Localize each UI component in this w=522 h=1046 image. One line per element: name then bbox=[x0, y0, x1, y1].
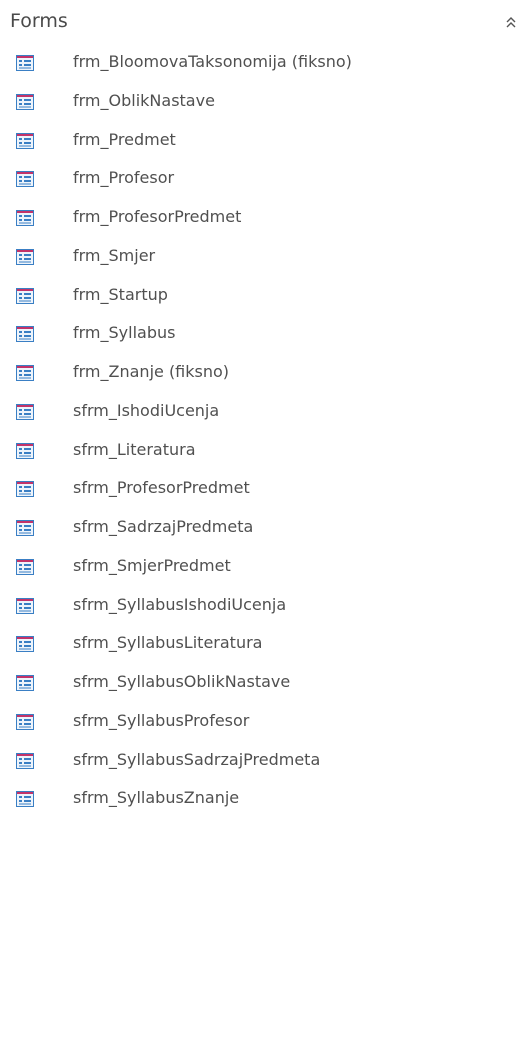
form-list-item-label: frm_ProfesorPredmet bbox=[73, 207, 242, 226]
form-list-item[interactable]: sfrm_SyllabusLiteratura bbox=[0, 632, 522, 672]
form-list-item[interactable]: frm_Predmet bbox=[0, 129, 522, 169]
form-icon bbox=[16, 326, 34, 343]
form-list-item-label: frm_Syllabus bbox=[73, 323, 176, 343]
form-list-item-label: frm_Predmet bbox=[73, 129, 176, 149]
form-icon bbox=[16, 248, 34, 265]
form-list-item[interactable]: sfrm_Literatura bbox=[0, 439, 522, 479]
form-icon bbox=[16, 520, 34, 536]
form-list-item[interactable]: sfrm_ProfesorPredmet bbox=[0, 477, 522, 517]
form-icon bbox=[16, 403, 34, 420]
form-list-item[interactable]: frm_Profesor bbox=[0, 167, 522, 207]
form-list-item[interactable]: sfrm_SyllabusZnanje bbox=[0, 787, 522, 827]
form-list-item-label: frm_Startup bbox=[73, 284, 168, 304]
form-icon bbox=[16, 365, 34, 381]
form-icon bbox=[16, 442, 34, 459]
form-list-item[interactable]: sfrm_SyllabusSadrzajPredmeta bbox=[0, 749, 522, 789]
form-list-item[interactable]: sfrm_SmjerPredmet bbox=[0, 555, 522, 595]
form-list-item[interactable]: frm_Smjer bbox=[0, 245, 522, 285]
form-icon bbox=[16, 481, 34, 498]
form-list-item-label: sfrm_SyllabusSadrzajPredmeta bbox=[73, 749, 321, 769]
form-list-item-label: sfrm_SadrzajPredmeta bbox=[73, 517, 254, 536]
form-icon bbox=[16, 675, 34, 691]
form-list-item-label: sfrm_SyllabusProfesor bbox=[73, 710, 250, 730]
form-list-item[interactable]: frm_ProfesorPredmet bbox=[0, 206, 522, 246]
double-chevron-up-icon[interactable] bbox=[502, 14, 520, 32]
form-list-item[interactable]: frm_Znanje (fiksno) bbox=[0, 361, 522, 401]
form-list-item[interactable]: sfrm_SyllabusIshodiUcenja bbox=[0, 594, 522, 634]
form-list-item[interactable]: sfrm_SadrzajPredmeta bbox=[0, 516, 522, 556]
form-list-item[interactable]: sfrm_SyllabusProfesor bbox=[0, 710, 522, 750]
form-icon bbox=[16, 636, 34, 653]
form-icon bbox=[16, 713, 34, 730]
form-icon bbox=[16, 558, 34, 575]
form-icon bbox=[16, 55, 34, 71]
form-list-item-label: frm_Smjer bbox=[73, 245, 156, 265]
form-icon bbox=[16, 171, 34, 188]
form-list-item-label: sfrm_IshodiUcenja bbox=[73, 400, 220, 420]
form-icon bbox=[16, 287, 34, 304]
navigation-pane: Forms frm_BloomovaTaksonomija (fiksno) fr… bbox=[0, 0, 522, 1046]
form-list-item-label: sfrm_SyllabusIshodiUcenja bbox=[73, 594, 287, 614]
form-list-item-label: sfrm_SyllabusOblikNastave bbox=[73, 672, 291, 691]
forms-group-header[interactable]: Forms bbox=[10, 6, 520, 38]
form-list-item[interactable]: frm_OblikNastave bbox=[0, 90, 522, 130]
form-list-item-label: frm_OblikNastave bbox=[73, 90, 215, 110]
form-list-item[interactable]: frm_Startup bbox=[0, 284, 522, 324]
form-list-item-label: sfrm_SmjerPredmet bbox=[73, 555, 231, 575]
form-list-item-label: sfrm_SyllabusLiteratura bbox=[73, 633, 263, 653]
form-list-item[interactable]: frm_BloomovaTaksonomija (fiksno) bbox=[0, 51, 522, 91]
form-list-item[interactable]: sfrm_SyllabusOblikNastave bbox=[0, 671, 522, 711]
form-list-item-label: sfrm_SyllabusZnanje bbox=[73, 788, 240, 808]
form-list-item-label: sfrm_ProfesorPredmet bbox=[73, 478, 250, 498]
form-icon bbox=[16, 93, 34, 110]
form-icon bbox=[16, 210, 34, 226]
form-icon bbox=[16, 597, 34, 614]
form-list-item-label: sfrm_Literatura bbox=[73, 439, 196, 459]
form-icon bbox=[16, 752, 34, 769]
form-list-item-label: frm_BloomovaTaksonomija (fiksno) bbox=[73, 52, 352, 71]
form-icon bbox=[16, 791, 34, 808]
form-icon bbox=[16, 132, 34, 149]
forms-group-title: Forms bbox=[10, 10, 68, 32]
form-list-item[interactable]: sfrm_IshodiUcenja bbox=[0, 400, 522, 440]
form-list-item[interactable]: frm_Syllabus bbox=[0, 322, 522, 362]
form-list-item-label: frm_Profesor bbox=[73, 168, 175, 188]
form-list-item-label: frm_Znanje (fiksno) bbox=[73, 362, 230, 381]
